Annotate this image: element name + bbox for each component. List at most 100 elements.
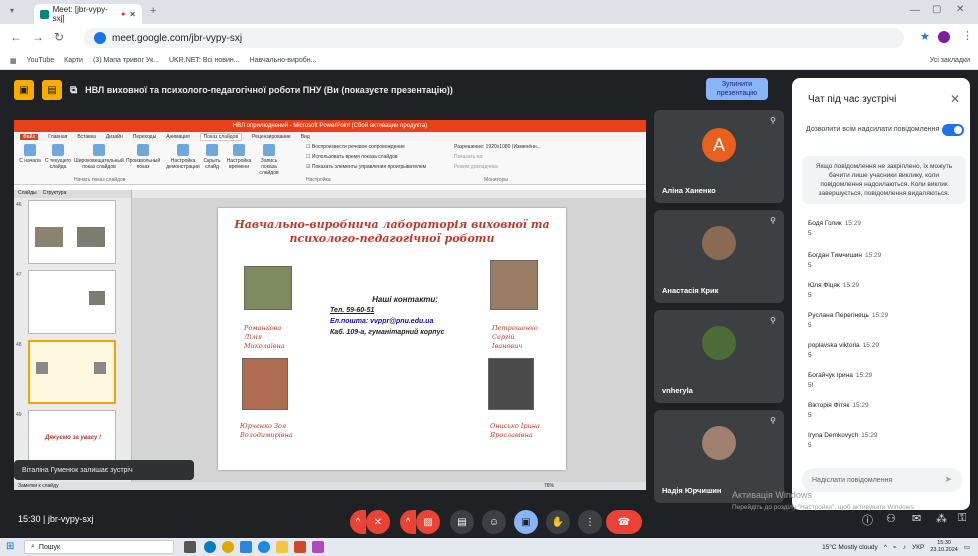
start-icon[interactable]: ⊞ bbox=[6, 541, 14, 552]
camera-options-chevron-icon[interactable]: ^ bbox=[400, 510, 416, 534]
mic-off-icon[interactable]: ✕ bbox=[366, 510, 390, 534]
bookmark-maps[interactable]: Карти bbox=[64, 57, 83, 64]
app-icon[interactable] bbox=[240, 541, 252, 553]
bookmark-alert-map[interactable]: (3) Мапа тривог Ук... bbox=[93, 57, 159, 64]
weather-text[interactable]: 15°C Mostly cloudy bbox=[822, 544, 878, 551]
setup-show-button[interactable]: Настройка демонстрации bbox=[166, 144, 200, 174]
maximize-icon[interactable]: ▢ bbox=[932, 4, 941, 15]
ppt-tab-slideshow[interactable]: Показ слайдов bbox=[199, 132, 243, 141]
host-controls-icon[interactable]: ⚿ bbox=[958, 512, 966, 525]
tab-search-icon[interactable]: ▾ bbox=[10, 6, 14, 15]
network-icon[interactable]: ⌁ bbox=[893, 543, 897, 551]
chat-icon[interactable]: ✉ bbox=[912, 512, 921, 525]
browser-tab-meet[interactable]: Meet: [jbr-vypy-sxj] ● ✕ bbox=[34, 4, 142, 24]
tab-close-icon[interactable]: ✕ bbox=[129, 10, 136, 19]
ppt-tab-review[interactable]: Рецензирование bbox=[252, 134, 291, 140]
current-slide[interactable]: Навчально-виробнича лабораторія виховної… bbox=[218, 208, 566, 470]
send-icon[interactable]: ➤ bbox=[944, 474, 952, 485]
more-options-icon[interactable]: ⋮ bbox=[578, 510, 602, 534]
notes-label[interactable]: Заметки к слайду bbox=[18, 483, 59, 489]
edge-icon[interactable] bbox=[204, 541, 216, 553]
ppt-tab-design[interactable]: Дизайн bbox=[106, 134, 123, 140]
thumb-text: Дякуємо за увагу ! bbox=[45, 435, 101, 441]
bookmark-youtube[interactable]: YouTube bbox=[27, 57, 55, 64]
camera-off-icon[interactable]: ▨ bbox=[416, 510, 440, 534]
raise-hand-icon[interactable]: ✋ bbox=[546, 510, 570, 534]
tray-chevron-icon[interactable]: ^ bbox=[884, 544, 887, 551]
address-bar[interactable]: meet.google.com/jbr-vypy-sxj bbox=[84, 28, 904, 48]
send-message-input[interactable]: Надіслати повідомлення ➤ bbox=[802, 468, 962, 492]
broadcast-button[interactable]: Широковещательный показ слайдов bbox=[74, 144, 124, 174]
from-start-button[interactable]: С начала bbox=[16, 144, 44, 174]
participant-tile[interactable]: ⚲ Анастасія Крик bbox=[654, 210, 784, 303]
chrome-icon[interactable] bbox=[222, 541, 234, 553]
taskbar-search[interactable]: ⌕ Пошук bbox=[24, 540, 174, 554]
powerpoint-icon[interactable] bbox=[294, 541, 306, 553]
ppt-tab-view[interactable]: Вид bbox=[301, 134, 310, 140]
clock[interactable]: 15:30 23.10.2024 bbox=[930, 540, 958, 554]
timings-checkbox[interactable]: ☐ Использовать время показа слайдов bbox=[306, 154, 398, 160]
menu-kebab-icon[interactable]: ⋮ bbox=[962, 29, 973, 42]
minimize-icon[interactable]: — bbox=[910, 5, 920, 16]
slide-thumbnail[interactable] bbox=[28, 270, 116, 334]
close-window-icon[interactable]: ✕ bbox=[956, 4, 964, 15]
from-current-button[interactable]: С текущего слайда bbox=[44, 144, 72, 174]
ppt-tab-animation[interactable]: Анимация bbox=[166, 134, 189, 140]
close-chat-icon[interactable]: ✕ bbox=[950, 92, 960, 106]
presenting-bar: ▣ ▤ ⧉ НВЛ виховної та психолого-педагогі… bbox=[14, 76, 636, 104]
apps-grid-icon[interactable]: ▦ bbox=[10, 57, 17, 65]
custom-show-button[interactable]: Произвольный показ bbox=[126, 144, 160, 174]
present-screen-icon[interactable]: ▣ bbox=[514, 510, 538, 534]
record-show-button[interactable]: Запись показа слайдов bbox=[254, 144, 284, 176]
contact-email[interactable]: Ел.пошта: vvppr@pnu.edu.ua bbox=[330, 316, 480, 327]
ppt-tab-transitions[interactable]: Переходы bbox=[133, 134, 156, 140]
back-icon[interactable]: ← bbox=[10, 30, 22, 44]
ppt-tab-file[interactable]: Файл bbox=[20, 133, 39, 140]
info-icon[interactable]: ⓘ bbox=[862, 512, 873, 528]
pin-icon[interactable]: ⚲ bbox=[770, 116, 776, 125]
rehearse-timings-button[interactable]: Настройка времени bbox=[226, 144, 252, 174]
mic-options-chevron-icon[interactable]: ^ bbox=[350, 510, 366, 534]
app-icon[interactable] bbox=[312, 541, 324, 553]
emoji-icon[interactable]: ☺ bbox=[482, 510, 506, 534]
allow-messages-toggle[interactable] bbox=[942, 124, 964, 136]
participant-tile[interactable]: ⚲ vnheryla bbox=[654, 310, 784, 403]
bookmark-nvl[interactable]: Навчально-виробн... bbox=[250, 57, 317, 64]
reload-icon[interactable]: ↻ bbox=[54, 30, 64, 44]
presenter-view-checkbox[interactable]: Режим докладчика bbox=[454, 164, 498, 170]
pin-icon[interactable]: ⚲ bbox=[770, 216, 776, 225]
app-icon[interactable] bbox=[258, 541, 270, 553]
media-controls-checkbox[interactable]: ☑ Показать элементы управления проигрыва… bbox=[306, 164, 426, 170]
slide-thumbnail[interactable] bbox=[28, 200, 116, 264]
task-view-icon[interactable] bbox=[184, 541, 196, 553]
slides-tab[interactable]: Слайды bbox=[18, 190, 37, 198]
pin-icon[interactable]: ⚲ bbox=[770, 416, 776, 425]
outline-tab[interactable]: Структура bbox=[43, 190, 67, 198]
all-bookmarks[interactable]: Усі закладки bbox=[930, 57, 970, 64]
profile-avatar[interactable] bbox=[938, 31, 950, 43]
captions-icon[interactable]: ▤ bbox=[450, 510, 474, 534]
language-indicator[interactable]: УКР bbox=[912, 544, 924, 551]
pin-icon[interactable]: ⚲ bbox=[770, 316, 776, 325]
explorer-icon[interactable] bbox=[276, 541, 288, 553]
hide-slide-button[interactable]: Скрыть слайд bbox=[200, 144, 224, 174]
resolution-select[interactable]: Разрешение: 1920x1080 (Изменённ... bbox=[454, 144, 541, 150]
ppt-tab-home[interactable]: Главная bbox=[48, 134, 67, 140]
slide-thumbnail-selected[interactable] bbox=[28, 340, 116, 404]
notifications-icon[interactable]: ▭ bbox=[964, 543, 970, 551]
participant-tile[interactable]: ⚲ A Аліна Ханенко bbox=[654, 110, 784, 203]
narration-checkbox[interactable]: ☐ Воспроизвести речевое сопровождение bbox=[306, 144, 405, 150]
end-call-button[interactable]: ☎ bbox=[606, 510, 642, 534]
people-icon[interactable]: ⚇ bbox=[886, 512, 896, 525]
site-info-icon[interactable] bbox=[94, 32, 106, 44]
show-on-select[interactable]: Показать на: bbox=[454, 154, 484, 160]
volume-icon[interactable]: ♪ bbox=[903, 544, 906, 551]
new-tab-button[interactable]: + bbox=[150, 5, 156, 17]
bookmark-ukrnet[interactable]: UKR.NET: Всі новин... bbox=[169, 57, 240, 64]
activities-icon[interactable]: ⁂ bbox=[936, 512, 947, 525]
forward-icon[interactable]: → bbox=[32, 30, 44, 44]
zoom-level[interactable]: 76% bbox=[544, 483, 554, 489]
stop-presenting-button[interactable]: Зупинити презентацію bbox=[706, 78, 768, 100]
bookmark-star-icon[interactable]: ★ bbox=[920, 30, 930, 43]
ppt-tab-insert[interactable]: Вставка bbox=[77, 134, 96, 140]
